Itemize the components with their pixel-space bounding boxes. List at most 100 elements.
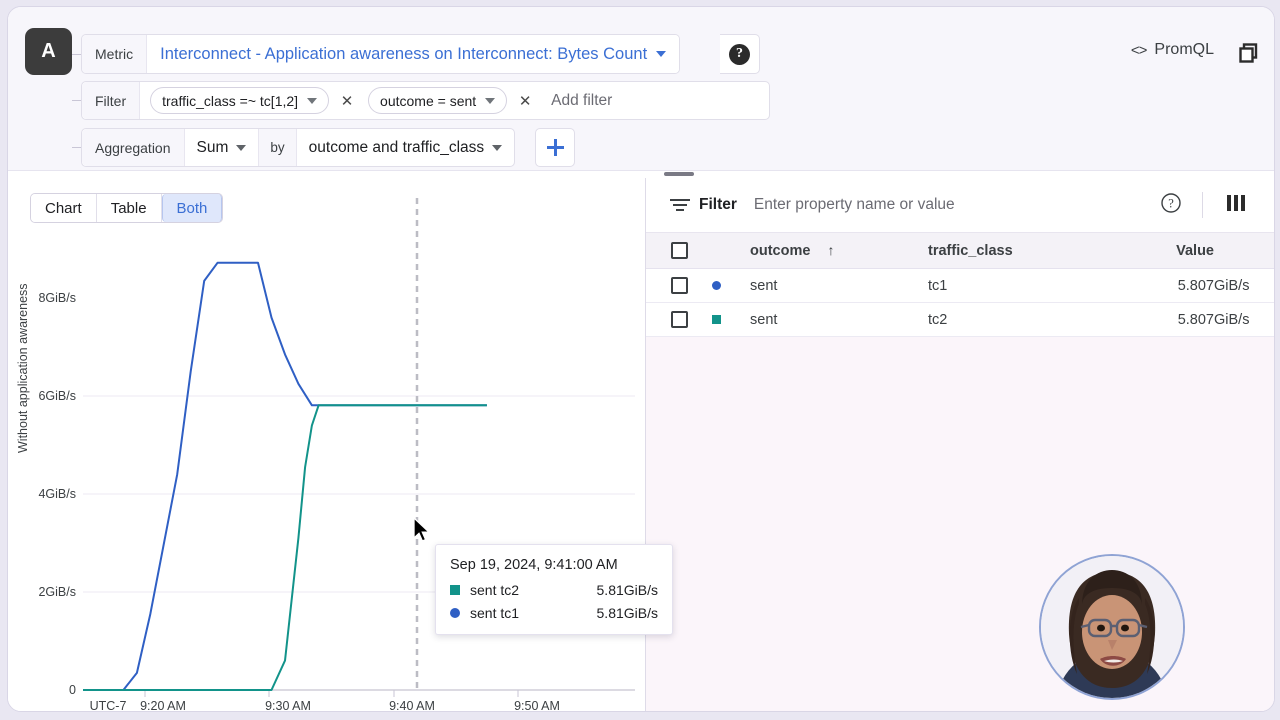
- aggregation-by-label: by: [259, 129, 297, 166]
- chevron-down-icon: [656, 51, 667, 57]
- aggregation-label: Aggregation: [82, 129, 185, 166]
- tab-both[interactable]: Both: [161, 194, 223, 222]
- svg-text:9:30 AM: 9:30 AM: [265, 699, 311, 712]
- tab-chart[interactable]: Chart: [31, 194, 97, 222]
- svg-text:4GiB/s: 4GiB/s: [38, 487, 76, 501]
- svg-text:UTC-7: UTC-7: [90, 699, 127, 712]
- row-checkbox[interactable]: [670, 311, 688, 328]
- app-logo: A: [25, 28, 72, 75]
- promql-toggle[interactable]: <> PromQL: [1131, 41, 1214, 59]
- filter-chip-traffic-class[interactable]: traffic_class =~ tc[1,2]: [150, 87, 330, 114]
- tooltip-series-name: sent tc1: [470, 605, 520, 621]
- tooltip-timestamp: Sep 19, 2024, 9:41:00 AM: [450, 557, 618, 573]
- cell-value: 5.807: [1177, 277, 1214, 294]
- panel-resize-handle[interactable]: [664, 172, 694, 176]
- chevron-down-icon: [485, 97, 496, 104]
- filter-chip-text: traffic_class =~ tc[1,2]: [162, 92, 299, 109]
- table-row[interactable]: sent tc1 5.807 GiB/s: [646, 269, 1274, 303]
- svg-text:9:40 AM: 9:40 AM: [389, 699, 435, 712]
- aggregation-row-connector: [72, 147, 81, 148]
- sort-ascending-icon: ↑: [827, 242, 835, 258]
- svg-text:0: 0: [69, 683, 76, 697]
- table-header-row: outcome ↑ traffic_class Value: [646, 233, 1274, 269]
- select-all-checkbox[interactable]: [670, 242, 688, 259]
- metric-help-button[interactable]: ?: [720, 34, 760, 74]
- remove-filter-outcome[interactable]: ✕: [514, 90, 536, 112]
- tooltip-series-name: sent tc2: [470, 582, 520, 598]
- app-logo-letter: A: [41, 40, 56, 62]
- filter-chip-text: outcome = sent: [380, 92, 477, 109]
- svg-text:2GiB/s: 2GiB/s: [38, 585, 76, 599]
- metric-row: Metric Interconnect - Application awaren…: [81, 34, 681, 74]
- select-all-cell[interactable]: [646, 242, 712, 259]
- aggregation-groupby-select[interactable]: outcome and traffic_class: [297, 129, 514, 166]
- aggregation-groupby-value: outcome and traffic_class: [308, 138, 485, 156]
- toolbar-divider: [1202, 192, 1203, 218]
- svg-text:9:20 AM: 9:20 AM: [140, 699, 186, 712]
- presenter-webcam-avatar: [1039, 554, 1185, 700]
- table-row[interactable]: sent tc2 5.807 GiB/s: [646, 303, 1274, 337]
- series-swatch-tc2: [450, 585, 460, 595]
- cell-unit: GiB/s: [1214, 277, 1250, 294]
- row-checkbox[interactable]: [670, 277, 688, 294]
- code-brackets-icon: <>: [1130, 41, 1148, 59]
- svg-text:8GiB/s: 8GiB/s: [38, 291, 76, 305]
- cell-traffic-class: tc2: [928, 311, 948, 328]
- plus-icon: [546, 139, 564, 156]
- chevron-down-icon: [307, 97, 318, 104]
- cell-outcome: sent: [750, 311, 778, 328]
- metric-label: Metric: [82, 35, 148, 73]
- filter-label: Filter: [82, 82, 141, 119]
- row-select-cell[interactable]: [646, 277, 712, 294]
- tooltip-series-value: 5.81GiB/s: [596, 605, 658, 621]
- chart-panel: Chart Table Both Without application awa…: [8, 178, 673, 712]
- cell-unit: GiB/s: [1214, 311, 1250, 328]
- series-swatch-tc1: [450, 608, 460, 618]
- help-question-icon: ?: [729, 43, 750, 65]
- filter-icon: [670, 199, 690, 211]
- copy-icon[interactable]: [1238, 42, 1260, 64]
- table-filter-input[interactable]: Enter property name or value: [754, 196, 1160, 214]
- metric-selector[interactable]: Interconnect - Application awareness on …: [147, 35, 680, 73]
- tooltip-row-sent-tc1: sent tc1 5.81GiB/s: [450, 605, 658, 621]
- aggregation-function-select[interactable]: Sum: [185, 129, 260, 166]
- filter-row-connector: [72, 100, 81, 101]
- metric-row-connector: [72, 54, 81, 55]
- remove-filter-traffic-class[interactable]: ✕: [336, 90, 358, 112]
- column-header-traffic-class[interactable]: traffic_class: [928, 243, 1130, 259]
- help-circle-icon[interactable]: ?: [1160, 192, 1182, 219]
- metrics-table: outcome ↑ traffic_class Value sent tc1 5…: [646, 233, 1274, 337]
- column-header-outcome[interactable]: outcome ↑: [750, 242, 928, 259]
- tab-table[interactable]: Table: [96, 194, 162, 222]
- aggregation-function-value: Sum: [196, 138, 229, 156]
- table-filter-bar: Filter Enter property name or value ?: [646, 178, 1274, 233]
- chart-hover-tooltip: Sep 19, 2024, 9:41:00 AM sent tc2 5.81Gi…: [435, 544, 673, 635]
- row-select-cell[interactable]: [646, 311, 712, 328]
- add-filter-input[interactable]: Add filter: [551, 92, 612, 110]
- aggregation-row: Aggregation Sum by outcome and traffic_c…: [81, 128, 516, 167]
- screenshot-root: A Metric Interconnect - Application awar…: [0, 0, 1280, 720]
- filter-chip-outcome[interactable]: outcome = sent: [368, 87, 508, 114]
- promql-label: PromQL: [1154, 41, 1214, 58]
- x-axis-tick-labels: UTC-7 9:20 AM 9:30 AM 9:40 AM 9:50 AM: [90, 699, 560, 712]
- series-swatch-tc2: [712, 315, 721, 324]
- view-mode-tabs: Chart Table Both: [30, 193, 224, 223]
- column-settings-icon[interactable]: [1226, 194, 1246, 217]
- chart-gridlines: [83, 395, 635, 691]
- column-header-outcome-label: outcome: [750, 243, 811, 259]
- add-aggregation-button[interactable]: [535, 128, 575, 167]
- row-series-swatch-cell: [712, 281, 750, 290]
- filter-row: Filter traffic_class =~ tc[1,2] ✕ outcom…: [81, 81, 770, 120]
- cell-traffic-class: tc1: [928, 277, 948, 294]
- column-header-value[interactable]: Value: [1130, 243, 1214, 259]
- query-builder-header: A Metric Interconnect - Application awar…: [8, 7, 1274, 171]
- cell-outcome: sent: [750, 277, 778, 294]
- svg-text:6GiB/s: 6GiB/s: [38, 389, 76, 403]
- svg-text:?: ?: [1168, 196, 1174, 210]
- chevron-down-icon: [236, 144, 247, 151]
- app-window: A Metric Interconnect - Application awar…: [7, 6, 1275, 712]
- chevron-down-icon: [492, 144, 503, 151]
- table-filter-label: Filter: [699, 196, 737, 213]
- series-swatch-tc1: [712, 281, 721, 290]
- row-series-swatch-cell: [712, 315, 750, 324]
